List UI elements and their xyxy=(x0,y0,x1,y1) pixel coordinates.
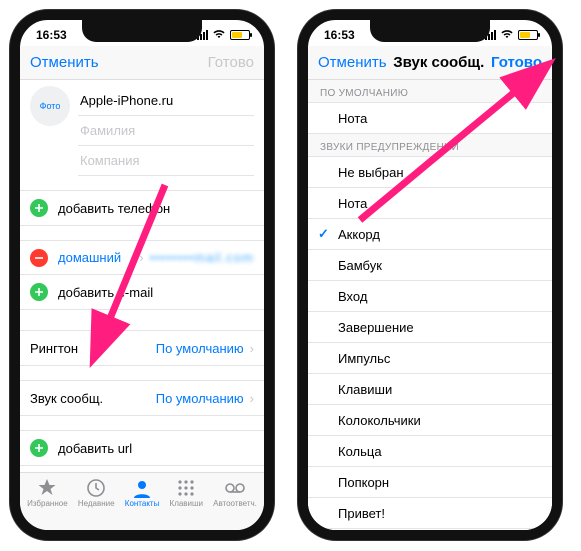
wifi-icon xyxy=(500,28,514,42)
ringtone-value: По умолчанию xyxy=(156,341,244,356)
chevron-right-icon: › xyxy=(250,341,254,356)
plus-icon xyxy=(30,283,48,301)
star-icon xyxy=(36,478,58,498)
family-placeholder: Фамилия xyxy=(80,123,135,138)
plus-icon xyxy=(30,199,48,217)
notch xyxy=(82,20,202,42)
done-button: Готово xyxy=(208,54,254,71)
sound-item[interactable]: Завершение xyxy=(308,312,552,343)
tab-bar: Избранное Недавние Контакты Клавиши xyxy=(20,472,264,530)
add-email-label: добавить e-mail xyxy=(58,285,153,300)
email-type-label: домашний xyxy=(58,250,121,265)
tab-label: Контакты xyxy=(125,499,160,508)
sound-item[interactable]: Импульс xyxy=(308,343,552,374)
battery-icon xyxy=(230,30,250,40)
status-time: 16:53 xyxy=(324,28,355,42)
ringtone-row[interactable]: Рингтон По умолчанию › xyxy=(20,330,264,366)
sound-picker: ПО УМОЛЧАНИЮ Нота ЗВУКИ ПРЕДУПРЕЖДЕНИЙ Н… xyxy=(308,80,552,530)
chevron-right-icon: › xyxy=(139,250,143,265)
battery-icon xyxy=(518,30,538,40)
cancel-button[interactable]: Отменить xyxy=(30,54,99,71)
tab-voicemail[interactable]: Автоответч. xyxy=(213,478,257,508)
cancel-button[interactable]: Отменить xyxy=(318,54,387,71)
add-url-label: добавить url xyxy=(58,441,132,456)
tab-recents[interactable]: Недавние xyxy=(78,478,115,508)
ringtone-key: Рингтон xyxy=(30,341,78,356)
tab-label: Избранное xyxy=(27,499,68,508)
text-tone-value: По умолчанию xyxy=(156,391,244,406)
minus-icon xyxy=(30,249,48,267)
status-time: 16:53 xyxy=(36,28,67,42)
company-field[interactable]: Компания xyxy=(78,146,254,176)
sound-item[interactable]: Бамбук xyxy=(308,250,552,281)
tab-contacts[interactable]: Контакты xyxy=(125,478,160,508)
section-header-default: ПО УМОЛЧАНИЮ xyxy=(308,80,552,103)
email-row[interactable]: домашний › ••••••••mail.com xyxy=(20,241,264,275)
section-header-alert: ЗВУКИ ПРЕДУПРЕЖДЕНИЙ xyxy=(308,134,552,157)
sound-item[interactable]: Синтезатор xyxy=(308,529,552,530)
sound-item[interactable]: Кольца xyxy=(308,436,552,467)
nav-bar: Отменить Готово xyxy=(20,46,264,80)
phone-right: 16:53 Отменить Звук сообщ. Готово ПО УМО… xyxy=(298,10,562,540)
keypad-icon xyxy=(175,478,197,498)
sound-item[interactable]: Аккорд xyxy=(308,219,552,250)
add-url-row[interactable]: добавить url xyxy=(20,431,264,465)
tab-label: Недавние xyxy=(78,499,115,508)
add-email-row[interactable]: добавить e-mail xyxy=(20,275,264,309)
add-phone-row[interactable]: добавить телефон xyxy=(20,191,264,225)
add-photo-button[interactable]: Фото xyxy=(30,86,70,126)
tab-label: Клавиши xyxy=(170,499,203,508)
notch xyxy=(370,20,490,42)
sound-item[interactable]: Нота xyxy=(308,188,552,219)
family-field[interactable]: Фамилия xyxy=(78,116,254,146)
phone-left: 16:53 Отменить Готово Фото Apple-iPhone.… xyxy=(10,10,274,540)
voicemail-icon xyxy=(224,478,246,498)
done-button[interactable]: Готово xyxy=(491,54,542,71)
sound-item[interactable]: Привет! xyxy=(308,498,552,529)
page-title: Звук сообщ. xyxy=(393,54,484,71)
name-value: Apple-iPhone.ru xyxy=(80,93,173,108)
clock-icon xyxy=(85,478,107,498)
nav-bar: Отменить Звук сообщ. Готово xyxy=(308,46,552,80)
wifi-icon xyxy=(212,28,226,42)
contact-icon xyxy=(131,478,153,498)
text-tone-key: Звук сообщ. xyxy=(30,391,103,406)
sound-item[interactable]: Колокольчики xyxy=(308,405,552,436)
tab-keypad[interactable]: Клавиши xyxy=(170,478,203,508)
sound-item[interactable]: Нота xyxy=(308,103,552,134)
email-value: ••••••••mail.com xyxy=(150,250,254,265)
plus-icon xyxy=(30,439,48,457)
text-tone-row[interactable]: Звук сообщ. По умолчанию › xyxy=(20,380,264,416)
sound-item[interactable]: Попкорн xyxy=(308,467,552,498)
add-phone-label: добавить телефон xyxy=(58,201,170,216)
sound-item[interactable]: Вход xyxy=(308,281,552,312)
name-field[interactable]: Apple-iPhone.ru xyxy=(78,86,254,116)
sound-item[interactable]: Клавиши xyxy=(308,374,552,405)
tab-favorites[interactable]: Избранное xyxy=(27,478,68,508)
contact-edit-content: Фото Apple-iPhone.ru Фамилия Компания до… xyxy=(20,80,264,472)
sound-item[interactable]: Не выбран xyxy=(308,157,552,188)
chevron-right-icon: › xyxy=(250,391,254,406)
tab-label: Автоответч. xyxy=(213,499,257,508)
company-placeholder: Компания xyxy=(80,153,140,168)
